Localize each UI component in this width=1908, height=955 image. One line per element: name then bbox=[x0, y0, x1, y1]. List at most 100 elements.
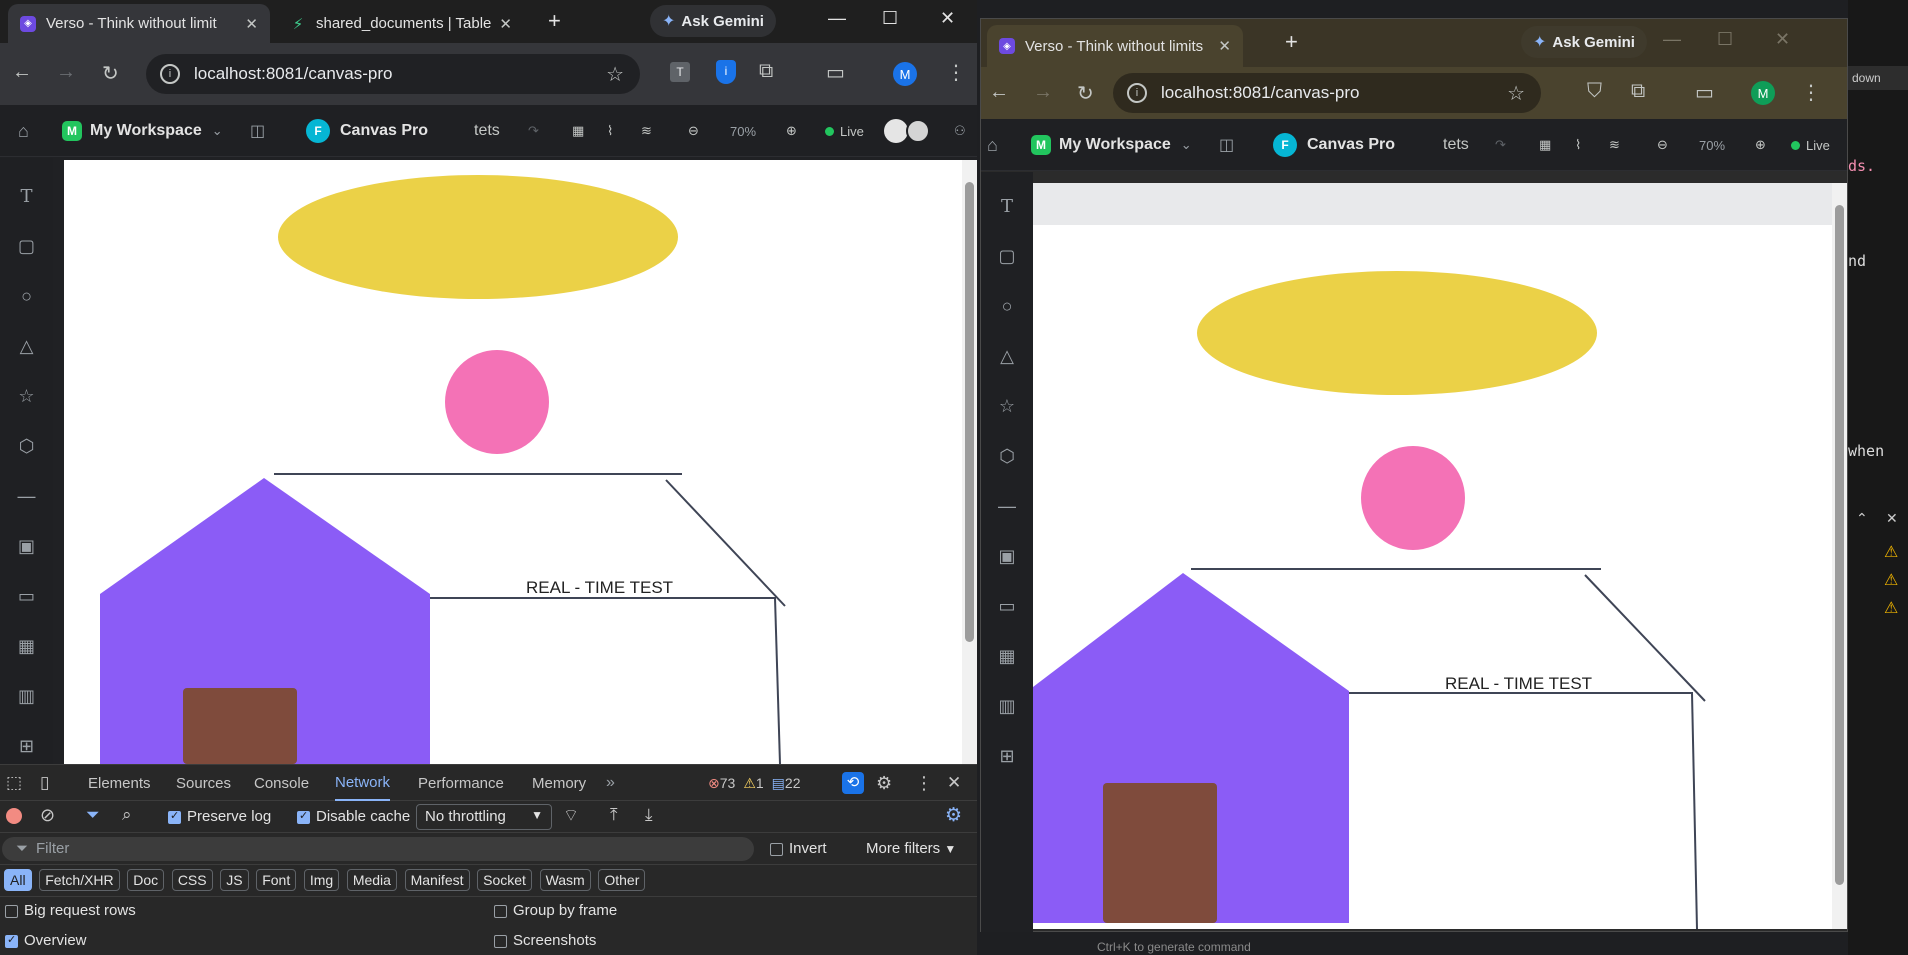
image-tool-icon[interactable]: ▣ bbox=[981, 546, 1033, 567]
type-filter-media[interactable]: Media bbox=[346, 869, 397, 891]
type-filter-socket[interactable]: Socket bbox=[477, 869, 532, 891]
type-filter-css[interactable]: CSS bbox=[171, 869, 213, 891]
diagonal-line[interactable] bbox=[1584, 574, 1706, 702]
big-request-rows-checkbox[interactable]: Big request rows bbox=[5, 902, 136, 919]
ask-gemini-button[interactable]: ✦ Ask Gemini bbox=[650, 5, 776, 37]
brown-door[interactable] bbox=[183, 688, 297, 764]
close-window-button[interactable]: ✕ bbox=[940, 8, 955, 29]
reload-icon[interactable]: ↻ bbox=[1077, 81, 1094, 106]
bookmark-star-icon[interactable]: ☆ bbox=[606, 62, 624, 87]
editor-button[interactable]: down bbox=[1848, 66, 1908, 90]
layers-icon[interactable]: ≋ bbox=[641, 105, 652, 157]
qr-tool-icon[interactable]: ▦ bbox=[981, 646, 1033, 667]
extension-t-icon[interactable]: T bbox=[670, 62, 690, 82]
error-count[interactable]: ⊗ 73 ⚠ 1 ▤ 22 bbox=[708, 765, 800, 801]
type-filter-other[interactable]: Other bbox=[598, 869, 646, 891]
brown-door[interactable] bbox=[1103, 783, 1217, 923]
zoom-in-icon[interactable]: ⊕ bbox=[1755, 119, 1766, 171]
export-har-icon[interactable]: ⤓ bbox=[645, 805, 653, 825]
devtools-tab-sources[interactable]: Sources bbox=[176, 765, 231, 801]
attachment-icon[interactable]: ⌇ bbox=[1575, 119, 1581, 171]
cast-icon[interactable]: ▭ bbox=[826, 60, 845, 85]
triangle-tool-icon[interactable]: △ bbox=[981, 346, 1033, 367]
canvas-scrollbar[interactable] bbox=[1832, 183, 1847, 929]
type-filter-all[interactable]: All bbox=[4, 869, 32, 891]
close-icon[interactable]: ✕ bbox=[1886, 510, 1898, 527]
maximize-button[interactable]: ☐ bbox=[882, 8, 898, 29]
redo-icon[interactable]: ↷ bbox=[1495, 119, 1506, 171]
canvas-scrollbar[interactable] bbox=[962, 160, 977, 764]
type-filter-img[interactable]: Img bbox=[303, 869, 340, 891]
extensions-puzzle-icon[interactable]: ⧉ bbox=[759, 60, 773, 83]
collapse-icon[interactable]: ⌃ bbox=[1856, 510, 1868, 527]
site-info-icon[interactable]: i bbox=[160, 64, 180, 84]
record-stop-icon[interactable] bbox=[6, 808, 22, 824]
close-window-button[interactable]: ✕ bbox=[1775, 29, 1790, 50]
redo-icon[interactable]: ↷ bbox=[528, 105, 539, 157]
text-tool-icon[interactable]: T bbox=[981, 196, 1033, 217]
vertical-line[interactable] bbox=[774, 597, 781, 764]
maximize-button[interactable]: ☐ bbox=[1717, 29, 1733, 50]
zoom-out-icon[interactable]: ⊖ bbox=[688, 105, 699, 157]
zoom-in-icon[interactable]: ⊕ bbox=[786, 105, 797, 157]
profile-avatar[interactable]: M bbox=[893, 62, 917, 86]
screenshots-checkbox[interactable]: Screenshots bbox=[494, 932, 596, 949]
star-tool-icon[interactable]: ☆ bbox=[981, 396, 1033, 417]
type-filter-wasm[interactable]: Wasm bbox=[539, 869, 591, 891]
back-icon[interactable]: ← bbox=[989, 81, 1009, 104]
throttling-select[interactable]: No throttling ▼ bbox=[416, 804, 552, 830]
chrome-menu-icon[interactable]: ⋮ bbox=[1801, 80, 1821, 105]
network-settings-icon[interactable]: ⚙ bbox=[945, 804, 962, 827]
new-tab-button[interactable]: + bbox=[1285, 29, 1298, 55]
forward-icon[interactable]: → bbox=[56, 61, 76, 84]
address-bar[interactable]: i localhost:8081/canvas-pro ☆ bbox=[146, 54, 640, 94]
sync-icon[interactable]: ⟲ bbox=[842, 765, 864, 801]
bitwarden-shield-icon[interactable]: ⛉ bbox=[1587, 80, 1602, 103]
image-tool-icon[interactable]: ▣ bbox=[0, 536, 53, 557]
workspace-switcher[interactable]: M My Workspace ⌄ bbox=[1031, 119, 1192, 171]
table-tool-icon[interactable]: ⊞ bbox=[981, 746, 1033, 767]
type-filter-font[interactable]: Font bbox=[256, 869, 297, 891]
site-info-icon[interactable]: i bbox=[1127, 83, 1147, 103]
clear-icon[interactable]: ⊘ bbox=[40, 805, 55, 826]
preserve-log-checkbox[interactable]: Preserve log bbox=[168, 808, 271, 825]
grid-icon[interactable]: ▦ bbox=[572, 105, 584, 157]
more-tabs-icon[interactable]: » bbox=[606, 765, 615, 801]
devtools-tab-console[interactable]: Console bbox=[254, 765, 309, 801]
profile-avatar[interactable]: M bbox=[1751, 81, 1775, 105]
table-tool-icon[interactable]: ⊞ bbox=[0, 736, 53, 757]
zoom-out-icon[interactable]: ⊖ bbox=[1657, 119, 1668, 171]
collaborators[interactable] bbox=[884, 105, 930, 157]
device-toolbar-icon[interactable]: ▯ bbox=[40, 765, 49, 801]
devtools-tab-elements[interactable]: Elements bbox=[88, 765, 151, 801]
document-name[interactable]: tets bbox=[474, 105, 500, 157]
ask-gemini-button[interactable]: ✦ Ask Gemini bbox=[1521, 26, 1647, 58]
devtools-menu-icon[interactable]: ⋮ bbox=[915, 765, 933, 801]
forward-icon[interactable]: → bbox=[1033, 81, 1053, 104]
type-filter-manifest[interactable]: Manifest bbox=[404, 869, 470, 891]
yellow-ellipse[interactable] bbox=[278, 175, 678, 299]
document-name[interactable]: tets bbox=[1443, 119, 1469, 171]
close-tab-icon[interactable]: ✕ bbox=[1218, 37, 1231, 55]
grid-icon[interactable]: ▦ bbox=[1539, 119, 1551, 171]
settings-gear-icon[interactable]: ⚙ bbox=[876, 765, 892, 801]
home-icon[interactable]: ⌂ bbox=[18, 105, 29, 157]
address-bar[interactable]: i localhost:8081/canvas-pro ☆ bbox=[1113, 73, 1541, 113]
video-tool-icon[interactable]: ▭ bbox=[0, 586, 53, 607]
type-filter-fetch[interactable]: Fetch/XHR bbox=[39, 869, 120, 891]
diagonal-line[interactable] bbox=[665, 479, 786, 607]
invert-checkbox[interactable]: Invert bbox=[770, 840, 827, 857]
line-tool-icon[interactable]: — bbox=[981, 496, 1033, 517]
close-tab-icon[interactable]: ✕ bbox=[245, 15, 258, 33]
inspect-element-icon[interactable]: ⬚ bbox=[6, 765, 22, 801]
yellow-ellipse[interactable] bbox=[1197, 271, 1597, 395]
search-icon[interactable]: ⌕ bbox=[122, 805, 132, 825]
rectangle-tool-icon[interactable]: ▢ bbox=[981, 246, 1033, 267]
project-selector[interactable]: F Canvas Pro bbox=[306, 105, 428, 157]
type-filter-doc[interactable]: Doc bbox=[127, 869, 165, 891]
text-tool-icon[interactable]: T bbox=[0, 186, 53, 207]
more-filters-dropdown[interactable]: More filters ▼ bbox=[866, 840, 956, 857]
devtools-tab-performance[interactable]: Performance bbox=[418, 765, 504, 801]
group-by-frame-checkbox[interactable]: Group by frame bbox=[494, 902, 617, 919]
cast-icon[interactable]: ▭ bbox=[1695, 80, 1714, 105]
